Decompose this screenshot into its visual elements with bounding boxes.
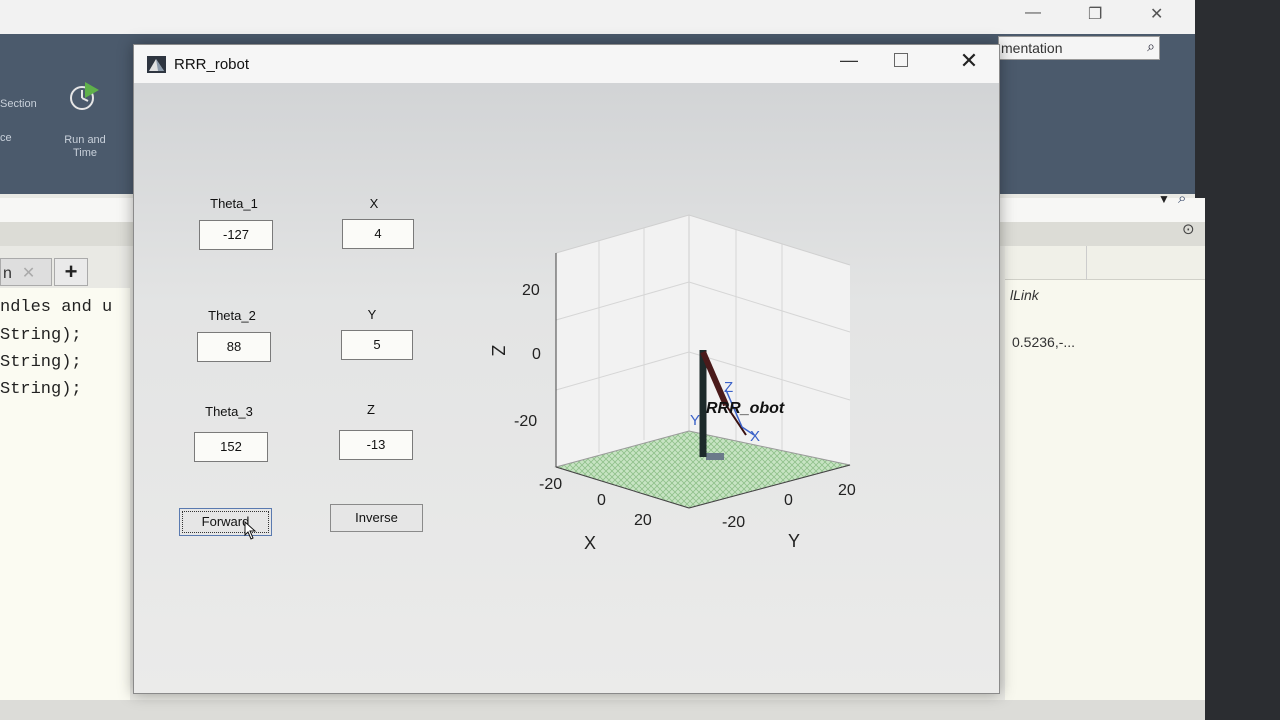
- y-tick-label: 0: [784, 492, 793, 509]
- background-code-editor[interactable]: ndles and u String); String); String);: [0, 288, 130, 708]
- figure-title: RRR_robot: [174, 56, 250, 73]
- workspace-item-value[interactable]: 0.5236,-...: [1012, 334, 1075, 350]
- figure-minimize-button[interactable]: —: [834, 50, 864, 71]
- workspace-item-name[interactable]: lLink: [1010, 287, 1039, 303]
- theta3-label: Theta_3: [205, 404, 253, 419]
- code-line: String);: [0, 380, 82, 399]
- search-icon[interactable]: ⌕: [1147, 38, 1155, 55]
- x-tick-label: 0: [597, 492, 606, 509]
- z-tick-label: -20: [514, 413, 537, 430]
- run-and-time-icon[interactable]: [66, 80, 102, 118]
- robot-frame-x-label: X: [750, 428, 760, 445]
- robot-name-label: RRR_obot: [706, 400, 785, 417]
- x-label: X: [369, 196, 379, 211]
- z-label: Z: [367, 402, 375, 417]
- x-input[interactable]: 4: [342, 219, 414, 249]
- code-line: ndles and u: [0, 298, 113, 317]
- x-tick-label: 20: [634, 512, 652, 529]
- rrr-robot-window: RRR_robot — ✕ Theta_1 -127 Theta_2 88 Th…: [133, 44, 1000, 694]
- y-input[interactable]: 5: [341, 330, 413, 360]
- tab-close-icon[interactable]: ✕: [22, 265, 35, 282]
- toolstrip-partial-label[interactable]: ce: [0, 132, 12, 145]
- toolstrip-run-and-time-label[interactable]: Run and Time: [54, 134, 116, 160]
- background-close-button[interactable]: ✕: [1150, 4, 1163, 24]
- z-tick-label: 20: [522, 282, 540, 299]
- theta3-input[interactable]: 152: [194, 432, 268, 462]
- figure-titlebar: RRR_robot — ✕: [134, 45, 999, 83]
- folder-search-icon[interactable]: ⌕: [1178, 190, 1186, 207]
- x-tick-label: -20: [539, 476, 562, 493]
- matlab-figure-icon: [147, 56, 166, 73]
- panel-menu-icon[interactable]: ⊙: [1182, 220, 1195, 238]
- background-maximize-button[interactable]: ❐: [1088, 4, 1102, 24]
- z-axis-label: Z: [488, 345, 508, 356]
- x-axis-label: X: [584, 533, 596, 553]
- y-axis-label: Y: [788, 531, 800, 551]
- background-minimize-button[interactable]: —: [1025, 4, 1041, 22]
- workspace-panel: [1005, 246, 1205, 720]
- robot-frame-z-label: Z: [724, 379, 733, 396]
- background-status-bar: [0, 700, 1205, 720]
- y-tick-label: 20: [838, 482, 856, 499]
- dropdown-arrow-icon[interactable]: ▼: [1158, 192, 1170, 206]
- forward-button[interactable]: Forward: [179, 508, 272, 536]
- workspace-column-divider: [1086, 246, 1087, 280]
- robot-3d-plot[interactable]: 20 0 -20 -20 0 20 -20 0 20 Z X Y Z Y X R…: [474, 195, 894, 565]
- z-input[interactable]: -13: [339, 430, 413, 460]
- toolstrip-section-label[interactable]: Section: [0, 98, 37, 111]
- robot-frame-y-label: Y: [690, 412, 700, 429]
- theta1-label: Theta_1: [210, 196, 258, 211]
- inverse-button[interactable]: Inverse: [330, 504, 423, 532]
- add-tab-icon[interactable]: +: [54, 258, 88, 286]
- theta2-input[interactable]: 88: [197, 332, 271, 362]
- background-titlebar: — ❐ ✕: [0, 0, 1195, 34]
- theta1-input[interactable]: -127: [199, 220, 273, 250]
- y-label: Y: [367, 307, 377, 322]
- z-tick-label: 0: [532, 346, 541, 363]
- workspace-panel-header: [1005, 246, 1205, 280]
- robot-base: [706, 453, 724, 460]
- background-search-text: mentation: [1001, 40, 1063, 56]
- code-line: String);: [0, 353, 82, 372]
- editor-tab[interactable]: n ✕: [0, 258, 52, 286]
- figure-maximize-button[interactable]: [894, 53, 908, 67]
- background-search-field[interactable]: mentation ⌕: [998, 36, 1160, 60]
- y-tick-label: -20: [722, 514, 745, 531]
- theta2-label: Theta_2: [208, 308, 256, 323]
- mouse-cursor-icon: [244, 521, 257, 540]
- code-line: String);: [0, 326, 82, 345]
- figure-close-button[interactable]: ✕: [954, 48, 984, 74]
